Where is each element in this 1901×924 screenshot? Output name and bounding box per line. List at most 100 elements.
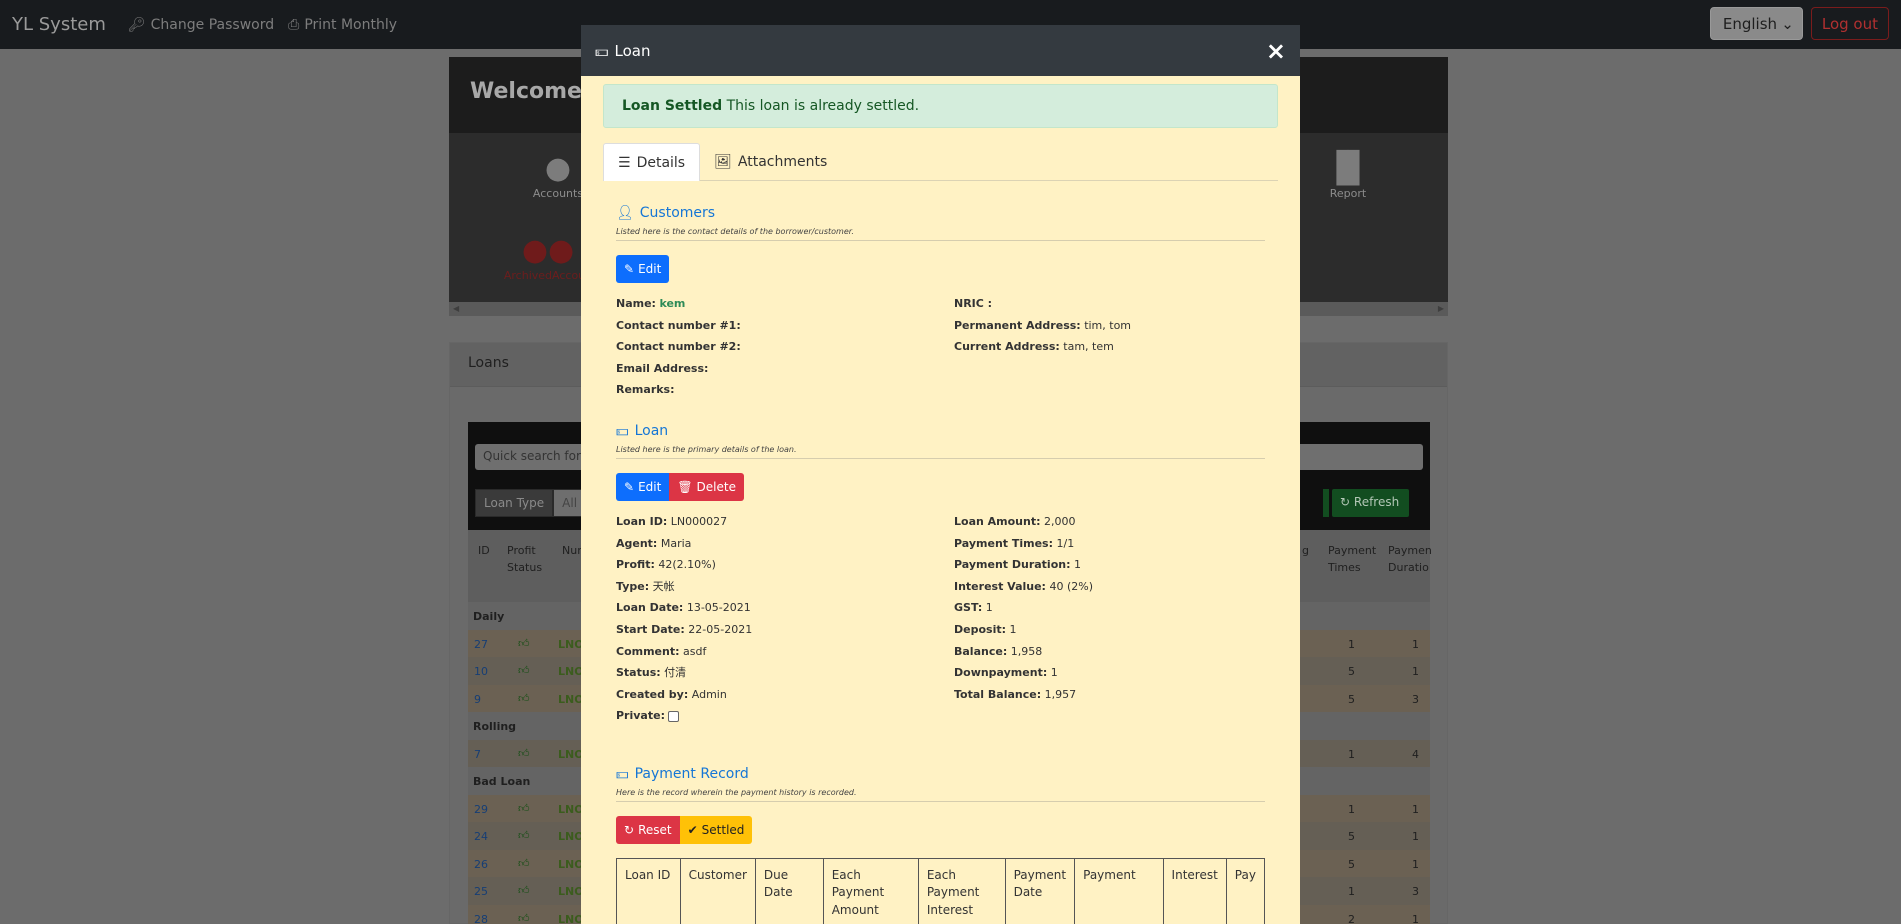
refresh-icon: ↻ <box>624 822 635 837</box>
row-loan-number: LNO <box>558 857 584 871</box>
loan-field: Private: <box>616 705 954 727</box>
modal-title-text: Loan <box>614 41 651 60</box>
tile-report[interactable]: ▐▌ Report <box>1303 151 1393 200</box>
refresh-label: Refresh <box>1353 495 1400 509</box>
payment-col-header[interactable]: Payment <box>1074 857 1164 924</box>
print-monthly-link[interactable]: ⎙ Print Monthly <box>288 17 397 33</box>
loan-type-filter[interactable]: Loan Type All <box>475 489 587 517</box>
payment-subtitle: Here is the record wherein the payment h… <box>616 788 1265 802</box>
bar-chart-icon: ▐▌ <box>1324 151 1372 186</box>
col-profit-status[interactable]: Profit Status <box>507 542 542 576</box>
edit-loan-button[interactable]: ✎ Edit <box>616 472 670 501</box>
payment-col-header[interactable]: Due Date <box>754 857 824 924</box>
close-icon[interactable]: × <box>1266 39 1286 63</box>
loan-field-value: 1 <box>1050 666 1058 680</box>
tab-attachments[interactable]: 🖼︎ Attachments <box>700 143 841 181</box>
loan-field: Payment Times: 1/1 <box>954 533 1274 555</box>
row-id-link[interactable]: 9 <box>474 693 481 706</box>
loan-field-label: Payment Times: <box>954 536 1054 550</box>
col-payment-duration[interactable]: Paymen Duratio <box>1388 542 1432 576</box>
scroll-left-icon[interactable]: ◀ <box>453 304 459 314</box>
brand-logo[interactable]: YL System <box>12 14 106 35</box>
reset-button[interactable]: ↻ Reset <box>616 815 680 844</box>
loan-field: Deposit: 1 <box>954 619 1274 641</box>
col-payment-times-line2: Times <box>1328 561 1361 574</box>
row-id-link[interactable]: 7 <box>474 748 481 761</box>
tile-archived-accounts[interactable]: ●● ArchivedAccoun <box>503 233 593 282</box>
change-password-link[interactable]: 🔑︎ Change Password <box>128 17 274 33</box>
loan-field-value: 1 <box>985 601 993 615</box>
payment-col-header[interactable]: Customer <box>679 857 756 924</box>
loan-section: 💵︎ Loan Listed here is the primary detai… <box>603 423 1278 727</box>
row-id-link[interactable]: 26 <box>474 858 488 871</box>
payment-actions: ↻ Reset ✔ Settled <box>616 815 1265 844</box>
payment-title: 💵︎ Payment Record <box>616 766 1265 782</box>
loan-field-label: GST: <box>954 601 983 615</box>
refresh-icon: ↻ <box>1340 495 1351 509</box>
language-select[interactable]: English ⌄ <box>1709 7 1803 40</box>
logout-button[interactable]: Log out <box>1810 7 1889 40</box>
delete-loan-button[interactable]: 🗑︎ Delete <box>669 472 744 501</box>
customer-details: Name: kem Contact number #1: Contact numb… <box>616 293 1265 401</box>
settled-label: Settled <box>701 822 745 837</box>
loan-field-value: 40 (2%) <box>1049 579 1093 593</box>
loan-field-value: 1/1 <box>1056 536 1075 550</box>
row-payment-duration: 1 <box>1412 912 1419 924</box>
loan-field: Profit: 42(2.10%) <box>616 554 954 576</box>
thumbs-up-icon: 👍︎ <box>518 691 530 705</box>
thumbs-up-icon: 👍︎ <box>518 801 530 815</box>
loan-field-label: Agent: <box>616 536 658 550</box>
col-id[interactable]: ID <box>478 542 490 559</box>
settled-button[interactable]: ✔ Settled <box>679 815 753 844</box>
customer-field-label: Permanent Address: <box>954 318 1081 332</box>
col-payment-duration-line1: Paymen <box>1388 544 1432 557</box>
payment-col-header[interactable]: Interest <box>1162 857 1227 924</box>
customer-field-label: Name: <box>616 297 656 310</box>
row-id-link[interactable]: 24 <box>474 830 488 843</box>
row-payment-times: 5 <box>1348 857 1355 871</box>
modal-header: 💵︎ Loan × <box>581 25 1300 76</box>
row-payment-times: 1 <box>1348 637 1355 651</box>
image-icon: 🖼︎ <box>714 154 732 170</box>
row-id-link[interactable]: 29 <box>474 803 488 816</box>
customer-field-label: Email Address: <box>616 361 709 375</box>
loan-field-value: Admin <box>691 687 727 701</box>
private-checkbox[interactable] <box>668 710 680 722</box>
green-button-edge[interactable] <box>1323 489 1329 517</box>
loan-field-value: Maria <box>660 536 692 550</box>
row-payment-duration: 4 <box>1412 747 1419 761</box>
loan-field-value: 1,957 <box>1044 687 1077 701</box>
col-payment-times[interactable]: Payment Times <box>1328 542 1376 576</box>
row-id-link[interactable]: 10 <box>474 665 488 678</box>
loan-field: Loan Amount: 2,000 <box>954 511 1274 533</box>
loan-field-label: Comment: <box>616 644 680 658</box>
tab-details[interactable]: ☰ Details <box>603 143 701 181</box>
row-id-link[interactable]: 27 <box>474 638 488 651</box>
row-loan-number: LNO <box>558 912 584 924</box>
edit-customer-button[interactable]: ✎ Edit <box>616 255 670 283</box>
payment-col-header[interactable]: Loan ID <box>616 857 681 924</box>
tab-attachments-label: Attachments <box>737 154 828 170</box>
loan-field-value: 13-05-2021 <box>686 601 751 615</box>
loan-field-label: Deposit: <box>954 622 1006 636</box>
row-loan-number: LNO <box>558 692 584 706</box>
payment-col-header[interactable]: Each Payment Interest <box>917 857 1006 924</box>
row-payment-duration: 1 <box>1412 802 1419 816</box>
refresh-button[interactable]: ↻ Refresh <box>1332 489 1409 517</box>
loan-field-label: Balance: <box>954 644 1008 658</box>
row-id-link[interactable]: 25 <box>474 885 488 898</box>
loan-field: Balance: 1,958 <box>954 641 1274 663</box>
edit-loan-label: Edit <box>638 479 662 494</box>
payment-col-header[interactable]: Payment Date <box>1004 857 1076 924</box>
loan-field: Agent: Maria <box>616 533 954 555</box>
customers-subtitle: Listed here is the contact details of th… <box>616 227 1265 241</box>
payment-col-header[interactable]: Pay <box>1225 857 1266 924</box>
row-id-link[interactable]: 28 <box>474 913 488 924</box>
payment-col-header[interactable]: Each Payment Amount <box>822 857 919 924</box>
loan-field-label: Loan Amount: <box>954 514 1041 528</box>
scroll-right-icon[interactable]: ▶ <box>1438 304 1444 314</box>
user-icon: 👤︎ <box>616 205 634 221</box>
row-payment-times: 1 <box>1348 885 1355 898</box>
alert-strong: Loan Settled <box>622 98 723 114</box>
customer-field: Email Address: <box>616 358 954 380</box>
